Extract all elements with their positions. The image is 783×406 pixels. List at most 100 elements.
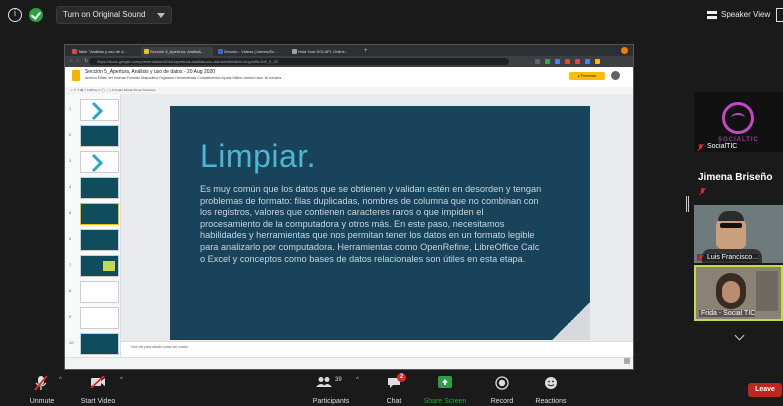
video-off-icon (90, 376, 105, 388)
tab-favicon-icon (72, 49, 77, 54)
security-shield-icon[interactable] (29, 8, 43, 22)
slide-thumbnail[interactable] (80, 177, 119, 199)
participant-glasses (720, 223, 742, 228)
start-video-button[interactable]: ^ Start Video (76, 371, 123, 406)
slide-thumbnail-selected[interactable] (80, 203, 119, 225)
participant-name: Luis Francisco... (697, 254, 758, 261)
slide-thumbnail[interactable] (80, 255, 119, 277)
unmute-button[interactable]: ^ Unmute (22, 371, 62, 406)
browser-tab[interactable]: Zenodo - Videos (Jueves/Ex... (215, 47, 287, 56)
slides-logo-icon[interactable] (72, 70, 80, 81)
participants-count: 39 (335, 377, 342, 383)
tab-favicon-icon (292, 49, 297, 54)
record-button[interactable]: Record (484, 371, 520, 406)
extension-icon[interactable] (585, 59, 590, 64)
thumb-image (103, 261, 115, 271)
chevron-down-icon[interactable] (734, 330, 745, 341)
panel-resize-handle[interactable] (686, 196, 689, 212)
chevron-up-icon[interactable]: ^ (356, 377, 359, 383)
chat-button[interactable]: 2 Chat (380, 371, 408, 406)
user-avatar[interactable] (611, 71, 620, 80)
slide-thumbnail[interactable] (80, 333, 119, 355)
chat-label: Chat (386, 398, 402, 405)
share-screen-icon (438, 376, 452, 388)
explore-icon[interactable] (624, 358, 630, 364)
original-sound-button[interactable]: Turn on Original Sound (56, 6, 173, 24)
original-sound-label: Turn on Original Sound (63, 10, 146, 19)
slide-canvas: Limpiar. Es muy común que los datos que … (121, 94, 633, 341)
url-field[interactable]: https://docs.google.com/presentation/d/1… (89, 58, 509, 65)
meeting-info-icon[interactable]: i (8, 8, 22, 22)
slide-thumbnail[interactable] (80, 151, 119, 173)
extension-icon[interactable] (545, 59, 550, 64)
thumb-number: 4 (69, 184, 72, 189)
chat-unread-badge: 2 (397, 373, 406, 382)
extension-icon[interactable] (595, 59, 600, 64)
extension-icon[interactable] (575, 59, 580, 64)
participants-icon (316, 377, 332, 387)
tab-favicon-icon (218, 49, 223, 54)
chevron-up-icon[interactable]: ^ (120, 377, 123, 383)
extension-icon[interactable] (555, 59, 560, 64)
slide-thumbnail[interactable] (80, 99, 119, 121)
present-button[interactable]: ▸ Presentar (569, 72, 605, 80)
speaker-view-icon (707, 11, 717, 19)
browser-record-icon[interactable] (621, 47, 628, 54)
browser-tab[interactable]: Taller "Análisis y uso de d... (69, 47, 139, 56)
current-slide[interactable]: Limpiar. Es muy común que los datos que … (170, 106, 590, 340)
participants-label: Participants (312, 398, 350, 405)
thumb-number: 3 (69, 158, 72, 163)
slide-thumbnail[interactable] (80, 281, 119, 303)
extension-icon[interactable] (565, 59, 570, 64)
zoom-window: i Turn on Original Sound Speaker View Ta… (0, 0, 783, 406)
thumb-number: 7 (69, 262, 72, 267)
share-screen-button[interactable]: Share Screen (420, 371, 470, 406)
browser-nav-icons[interactable]: ‹ › ↻ (70, 59, 90, 64)
chevron-up-icon[interactable]: ^ (59, 377, 62, 383)
mic-muted-icon (697, 255, 704, 262)
slides-menu-bar[interactable]: Archivo Editar Ver Insertar Formato Diap… (85, 76, 281, 80)
browser-tab-label: Taller "Análisis y uso de d... (78, 49, 127, 54)
participant-tile-socialtic[interactable]: SOCIALTIC SocialTIC (694, 92, 783, 152)
browser-address-bar: ‹ › ↻ https://docs.google.com/presentati… (65, 56, 633, 67)
background-door (756, 271, 778, 311)
browser-tab[interactable]: Hola Your DOI API, Online... (289, 47, 361, 56)
browser-tab[interactable]: Sección 5_Apertura, Análisis... (141, 47, 213, 56)
slide-thumbnail[interactable] (80, 307, 119, 329)
slides-header: Sección 5_Apertura, Análisis y uso de da… (65, 67, 633, 87)
new-tab-icon[interactable]: + (364, 47, 368, 55)
participant-tile-frida[interactable]: Frida - Social TIC (694, 265, 783, 321)
document-title[interactable]: Sección 5_Apertura, Análisis y uso de da… (85, 69, 215, 75)
participant-name: SocialTIC (697, 143, 737, 150)
participants-button[interactable]: 39 ^ Participants (306, 371, 359, 406)
speaker-view-button[interactable]: Speaker View (707, 7, 770, 23)
thumb-number: 6 (69, 236, 72, 241)
tab-favicon-icon (144, 49, 149, 54)
slide-thumbnail[interactable] (80, 125, 119, 147)
extension-icon[interactable] (535, 59, 540, 64)
fullscreen-icon[interactable] (776, 8, 783, 22)
speaker-notes-field[interactable]: Haz clic para añadir notas del orador (121, 341, 633, 357)
reactions-button[interactable]: Reactions (530, 371, 572, 406)
participant-name-label: Frida - Social TIC (701, 310, 756, 317)
meeting-controls: ^ Unmute ^ Start Video 39 ^ Participants (0, 371, 783, 406)
record-label: Record (490, 398, 514, 405)
slide-thumbnail[interactable] (80, 229, 119, 251)
slides-toolbar[interactable]: + ↶ ↷ 🖶 ⌖ 100% ▸ ▭ ◯ ⬚ ╲ ▾ Fondo Diseño … (65, 87, 633, 94)
participant-name-label: SocialTIC (707, 143, 738, 150)
mic-muted-icon (697, 144, 704, 151)
thumb-number: 10 (69, 340, 74, 345)
participant-name: Frida - Social TIC (699, 310, 756, 317)
participant-name-large: Jimena Briseño (698, 172, 773, 183)
participant-name-label: Luis Francisco... (707, 254, 758, 261)
browser-tab-label: Zenodo - Videos (Jueves/Ex... (224, 49, 278, 54)
chevron-down-icon[interactable] (157, 13, 166, 18)
participant-tile-luis[interactable]: Luis Francisco... (694, 205, 783, 263)
thumb-number: 9 (69, 314, 72, 319)
leave-button[interactable]: Leave (748, 383, 782, 397)
thumb-number: 5 (69, 210, 72, 215)
unmute-label: Unmute (29, 398, 55, 405)
browser-tab-strip: Taller "Análisis y uso de d... Sección 5… (65, 45, 633, 56)
zoom-top-bar: i Turn on Original Sound Speaker View (0, 0, 783, 30)
record-icon (495, 376, 509, 390)
